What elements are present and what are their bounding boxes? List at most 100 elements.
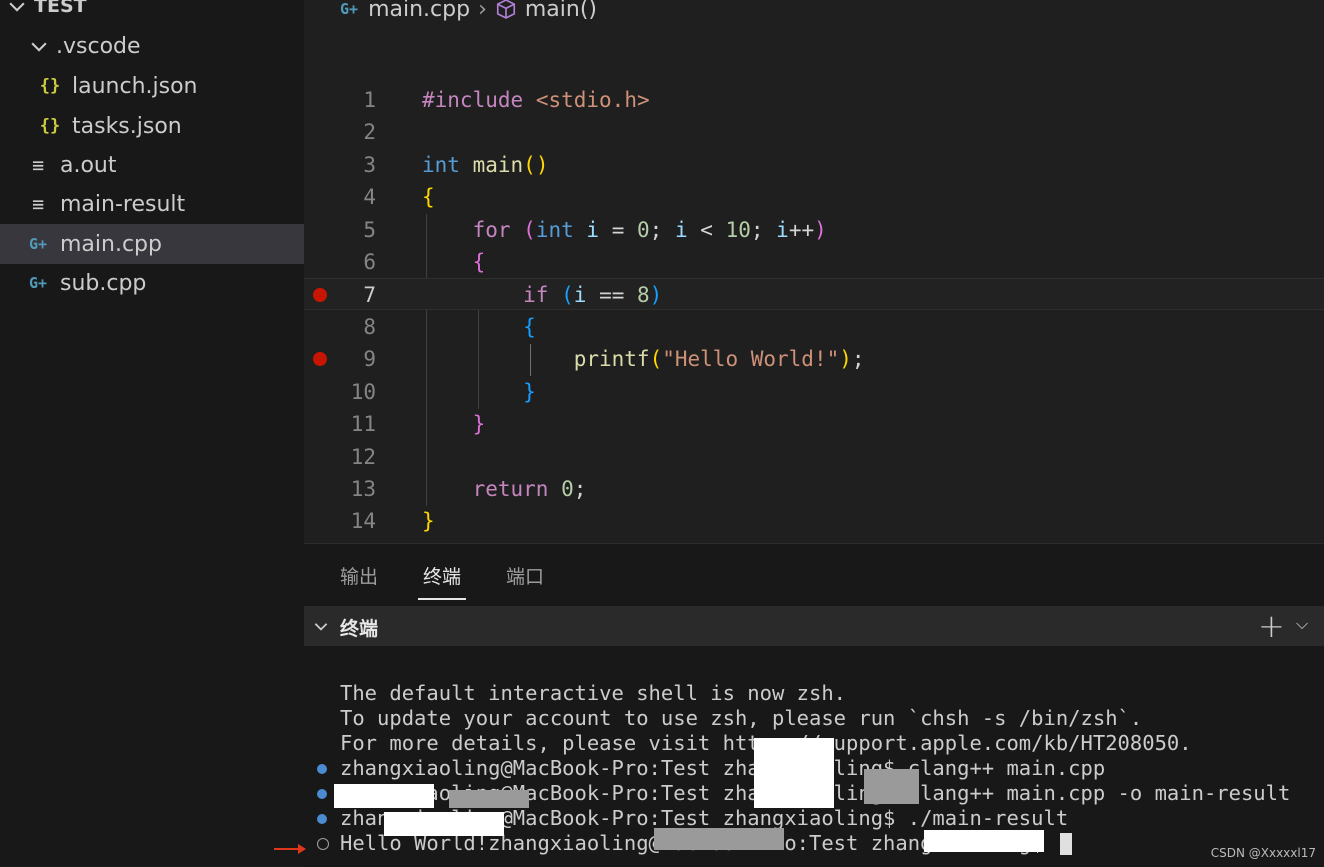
code-token: i	[674, 218, 688, 242]
tree-item-launch-json[interactable]: {} launch.json	[0, 66, 304, 106]
line-number: 8	[363, 315, 376, 339]
tree-item-label: sub.cpp	[60, 270, 147, 296]
tab-ports[interactable]: 端口	[506, 562, 544, 589]
symbol-method-icon	[496, 0, 515, 19]
line-number: 14	[350, 509, 376, 533]
code-line: 12	[304, 441, 1324, 473]
tree-item-vscode-folder[interactable]: .vscode	[0, 26, 304, 66]
tree-item-a-out[interactable]: ≡ a.out	[0, 145, 304, 185]
code-token: ;	[851, 347, 865, 371]
line-number: 12	[350, 445, 376, 469]
file-lines-icon: ≡	[31, 153, 45, 177]
tree-item-label: main-result	[60, 191, 186, 217]
tree-item-tasks-json[interactable]: {} tasks.json	[0, 106, 304, 146]
chevron-down-icon	[31, 42, 47, 52]
command-decoration-pending[interactable]	[317, 838, 329, 850]
cpp-icon: G+	[340, 0, 359, 18]
line-number: 1	[363, 88, 376, 112]
tree-item-sub-cpp[interactable]: G+ sub.cpp	[0, 263, 304, 303]
line-number: 7	[363, 283, 376, 307]
code-line: 8 {	[304, 311, 1324, 343]
code-token: 0	[561, 477, 574, 501]
line-number: 13	[350, 477, 376, 501]
explorer-sidebar: TEST .vscode {} launch.json {} tasks.jso…	[0, 0, 304, 866]
code-token: ;	[649, 218, 675, 242]
code-token: if	[523, 283, 549, 307]
code-token: =	[599, 218, 638, 242]
cpp-icon: G+	[28, 235, 48, 253]
line-number: 5	[363, 218, 376, 242]
line-number: 3	[363, 153, 376, 177]
json-icon: {}	[39, 76, 61, 96]
redaction-block	[334, 784, 434, 808]
code-token: ;	[573, 477, 587, 501]
code-line: 4 {	[304, 181, 1324, 213]
code-token: #include	[422, 88, 524, 112]
code-token: int	[422, 153, 460, 177]
code-token: 0	[637, 218, 650, 242]
command-decoration-success[interactable]	[317, 764, 327, 774]
bottom-panel: 输出 终端 端口 终端 + ⌵ The default interactive …	[304, 543, 1324, 867]
code-line: 13 return 0;	[304, 473, 1324, 505]
line-number: 6	[363, 250, 376, 274]
redaction-block	[754, 738, 834, 808]
terminal-header[interactable]: 终端 + ⌵	[304, 606, 1324, 646]
breadcrumb-symbol[interactable]: main()	[525, 0, 597, 22]
explorer-root-folder[interactable]: TEST	[0, 0, 304, 26]
line-number: 4	[363, 185, 376, 209]
watermark: CSDN @Xxxxxl17	[1210, 846, 1316, 860]
redaction-block	[384, 812, 504, 836]
code-token: "Hello World!"	[662, 347, 840, 371]
code-token: ++	[788, 218, 815, 242]
cpp-icon: G+	[28, 274, 48, 292]
code-editor[interactable]: G+ main.cpp › main() 1 #include <stdio.h…	[304, 0, 1324, 543]
redaction-block	[654, 828, 784, 850]
code-line: 3 int main()	[304, 149, 1324, 181]
tree-item-label: .vscode	[56, 33, 141, 59]
code-line: 9 printf("Hello World!");	[304, 343, 1324, 375]
breadcrumb-file[interactable]: main.cpp	[368, 0, 470, 22]
code-token: int	[535, 218, 574, 242]
line-number: 9	[363, 347, 376, 371]
terminal-dropdown-icon[interactable]: ⌵	[1296, 614, 1308, 634]
code-line: 6 {	[304, 246, 1324, 278]
code-token: return	[472, 477, 549, 501]
code-line: 11 }	[304, 408, 1324, 440]
terminal-cursor	[1059, 833, 1072, 855]
code-token: i	[573, 283, 587, 307]
tree-item-main-cpp[interactable]: G+ main.cpp	[0, 224, 304, 264]
code-token: <stdio.h>	[535, 88, 650, 112]
line-number: 10	[350, 380, 376, 404]
code-line: 5 for (int i = 0; i < 10; i++)	[304, 214, 1324, 246]
code-token: 8	[637, 283, 650, 307]
redaction-block	[864, 769, 919, 804]
code-line: 14 }	[304, 505, 1324, 537]
code-line: 10 }	[304, 376, 1324, 408]
add-terminal-icon[interactable]: +	[1258, 607, 1285, 645]
code-token: <	[687, 218, 726, 242]
code-token: printf	[573, 347, 650, 371]
code-token: i	[586, 218, 600, 242]
redaction-block	[449, 790, 529, 808]
tab-output[interactable]: 输出	[340, 562, 378, 589]
terminal-output-line: The default interactive shell is now zsh…	[340, 681, 847, 705]
code-token: for	[472, 218, 511, 242]
breakpoint-icon[interactable]	[313, 288, 327, 302]
code-token: 10	[725, 218, 751, 242]
tree-item-main-result[interactable]: ≡ main-result	[0, 184, 304, 224]
breakpoint-icon[interactable]	[313, 352, 327, 366]
terminal-command-line: zhangxiaoling@MacBook-Pro:Test zhangxiao…	[340, 756, 1106, 780]
code-line: 2	[304, 116, 1324, 148]
command-decoration-success[interactable]	[317, 814, 327, 824]
tab-terminal[interactable]: 终端	[423, 562, 461, 589]
code-token: main	[472, 153, 524, 177]
annotation-arrow-icon	[274, 844, 306, 854]
line-number: 11	[350, 412, 376, 436]
code-token: ;	[750, 218, 777, 242]
explorer-root-label: TEST	[34, 0, 87, 17]
chevron-down-icon	[9, 2, 25, 12]
chevron-down-icon[interactable]	[312, 617, 330, 635]
tree-item-label: main.cpp	[60, 231, 162, 257]
command-decoration-success[interactable]	[317, 789, 327, 799]
terminal-title: 终端	[340, 618, 379, 640]
